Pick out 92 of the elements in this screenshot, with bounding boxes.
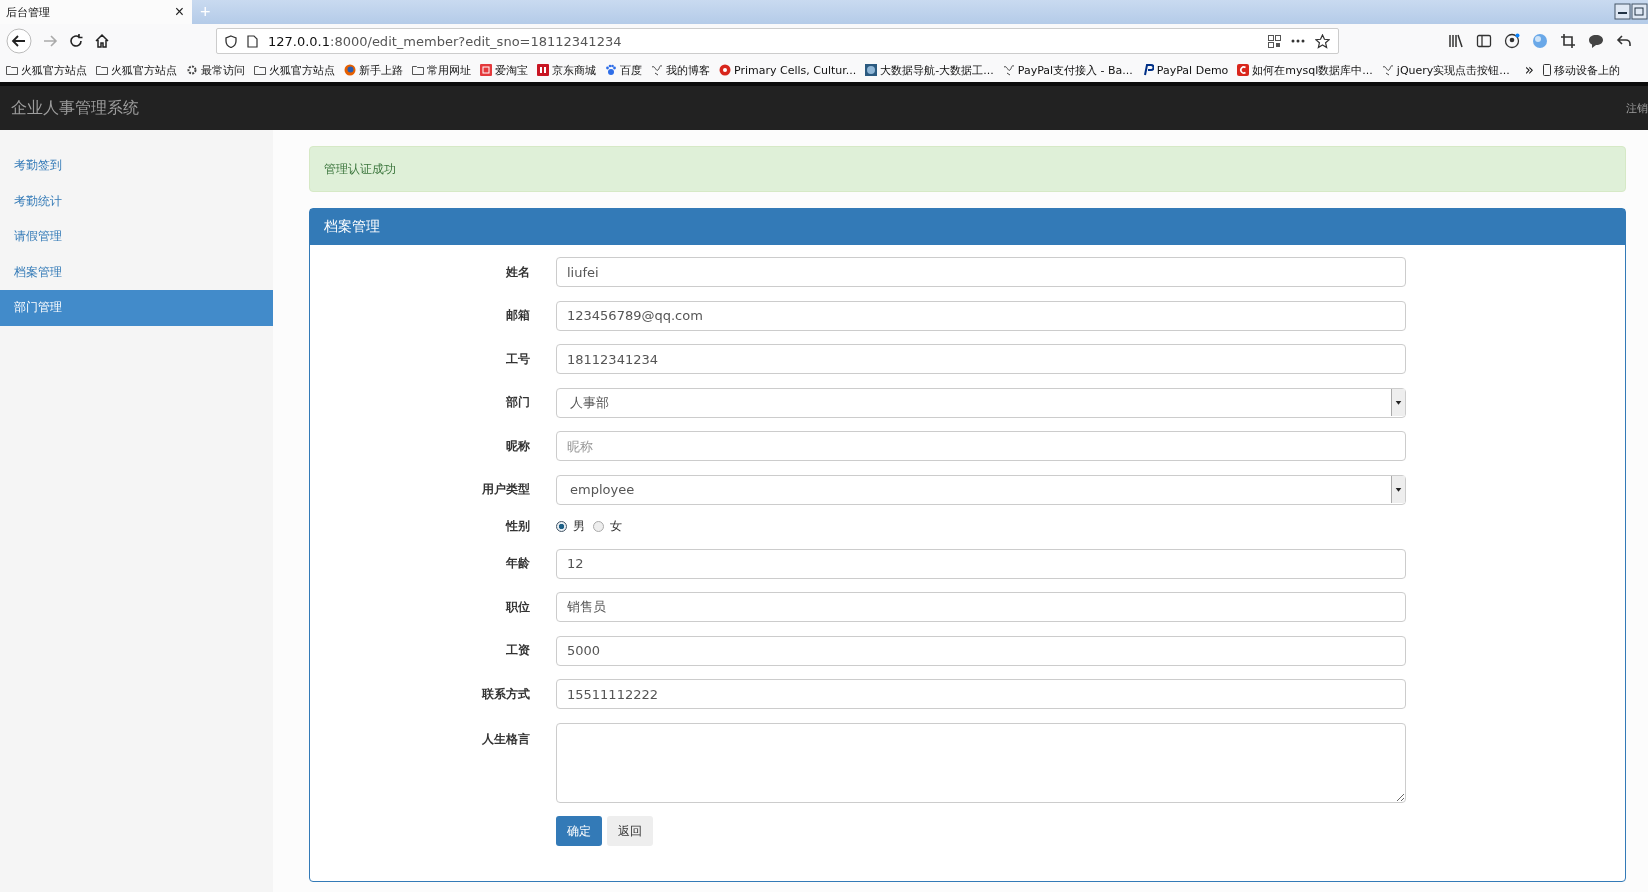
field-label: 工资 — [505, 642, 530, 659]
bookmark-link[interactable]: 火狐官方站点 — [254, 62, 335, 78]
text-field[interactable]: 5000 — [556, 635, 1406, 666]
bookmark-link[interactable]: 移动设备上的 — [1543, 62, 1620, 78]
app-title: 企业人事管理系统 — [11, 97, 139, 119]
bookmark-link[interactable]: 百度 — [605, 62, 642, 78]
bookmark-link[interactable]: Primary Cells, Cultur... — [719, 63, 857, 77]
caret-icon[interactable] — [1391, 389, 1405, 416]
bookmark-link[interactable]: 常用网址 — [412, 62, 471, 78]
success-alert: 管理认证成功 — [309, 146, 1626, 192]
sidebar-item[interactable]: 考勤签到 — [0, 148, 273, 184]
more-icon[interactable] — [1291, 39, 1305, 43]
library-icon[interactable] — [1448, 33, 1464, 49]
bookmark-link[interactable]: 最常访问 — [186, 62, 245, 78]
phone-icon — [1543, 64, 1551, 76]
back-icon[interactable] — [6, 28, 32, 54]
bookmark-link[interactable]: 如何在mysql数据库中... — [1237, 62, 1373, 78]
text-field[interactable]: 昵称 — [556, 431, 1406, 461]
radio-icon[interactable] — [593, 521, 604, 532]
text-field[interactable]: 销售员 — [556, 592, 1406, 622]
globe-icon — [865, 64, 878, 76]
folder-icon — [6, 64, 18, 76]
sidebar-item[interactable]: 考勤统计 — [0, 183, 273, 219]
browser-tab[interactable]: 后台管理 × — [0, 0, 192, 24]
window-controls-icon[interactable] — [1614, 3, 1648, 21]
home-icon[interactable] — [94, 33, 110, 49]
confirm-button[interactable]: 确定 — [556, 816, 602, 846]
qr-code-icon[interactable] — [1268, 34, 1281, 48]
shop-icon — [480, 64, 492, 76]
globe-icon — [344, 64, 356, 76]
page-icon — [247, 34, 258, 48]
squiggle-icon — [1002, 64, 1015, 76]
chat-icon[interactable] — [1588, 33, 1604, 49]
url-text: 127.0.0.1:8000/edit_member?edit_sno=18112341234 — [268, 33, 623, 49]
sidebar-item[interactable]: 部门管理 — [0, 290, 273, 326]
close-tab-button[interactable]: × — [174, 3, 184, 21]
field-label: 工号 — [505, 350, 530, 368]
account-icon[interactable] — [1504, 33, 1520, 49]
bookmark-link[interactable]: jQuery实现点击按钮... — [1381, 62, 1510, 78]
bookmark-link[interactable]: PayPal支付接入 - Ba... — [1002, 62, 1133, 78]
reload-icon[interactable] — [68, 33, 84, 49]
field-label: 人生格言 — [481, 730, 530, 748]
more-bookmarks-button[interactable]: » — [1524, 61, 1534, 79]
field-label: 年龄 — [505, 555, 530, 572]
c-letter-icon — [1237, 64, 1250, 76]
p-letter-icon — [1141, 64, 1154, 76]
folder-icon — [96, 64, 108, 76]
text-field[interactable]: 18112341234 — [556, 344, 1406, 374]
dropdown[interactable]: 人事部 — [556, 387, 1406, 418]
undo-icon[interactable] — [1616, 33, 1632, 49]
field-label: 用户类型 — [481, 481, 530, 498]
squiggle-icon — [1381, 64, 1394, 76]
radio-option[interactable]: 男 — [556, 518, 585, 535]
address-bar[interactable]: 127.0.0.1:8000/edit_member?edit_sno=18112341234 — [216, 28, 1339, 54]
sidebar-item[interactable]: 请假管理 — [0, 219, 273, 255]
field-label: 部门 — [505, 394, 530, 411]
radio-option[interactable]: 女 — [593, 518, 622, 535]
squiggle-icon — [651, 64, 663, 76]
bookmark-link[interactable]: 大数据导航-大数据工... — [865, 62, 994, 78]
bookmark-link[interactable]: 我的博客 — [651, 62, 710, 78]
field-label: 联系方式 — [480, 685, 530, 703]
shield-icon — [225, 34, 237, 48]
sidebar-icon[interactable] — [1476, 33, 1492, 49]
circle-icon — [719, 64, 731, 76]
shop-icon — [537, 64, 549, 76]
bookmark-link[interactable]: 新手上路 — [344, 62, 403, 78]
folder-icon — [254, 64, 266, 76]
bookmark-link[interactable]: PayPal Demo — [1141, 63, 1229, 77]
back-button[interactable]: 返回 — [607, 816, 653, 846]
bookmark-link[interactable]: 火狐官方站点 — [96, 62, 177, 78]
field-label: 昵称 — [505, 437, 530, 455]
bookmark-link[interactable]: 京东商城 — [537, 62, 596, 78]
text-field[interactable]: 15511112222 — [556, 679, 1406, 709]
field-label: 职位 — [504, 598, 530, 616]
panel-title: 档案管理 — [310, 209, 1625, 245]
logout-link[interactable]: 注销 — [1626, 100, 1648, 116]
text-field[interactable]: 12 — [556, 548, 1406, 579]
dropdown[interactable]: employee — [556, 474, 1406, 505]
field-label: 邮箱 — [505, 307, 530, 324]
crop-icon[interactable] — [1560, 33, 1576, 49]
text-field[interactable]: 123456789@qq.com — [556, 300, 1406, 331]
bookmark-link[interactable]: 火狐官方站点 — [6, 62, 87, 78]
paw-icon — [605, 64, 617, 76]
sidebar-item[interactable]: 档案管理 — [0, 254, 273, 290]
star-icon[interactable] — [1315, 33, 1330, 49]
text-field[interactable]: liufei — [556, 257, 1406, 287]
caret-icon[interactable] — [1391, 476, 1405, 503]
radio-icon[interactable] — [556, 521, 567, 532]
field-label: 性别 — [504, 518, 530, 535]
folder-icon — [412, 64, 424, 76]
field-label: 姓名 — [505, 263, 530, 281]
bookmark-link[interactable]: 爱淘宝 — [480, 62, 528, 78]
